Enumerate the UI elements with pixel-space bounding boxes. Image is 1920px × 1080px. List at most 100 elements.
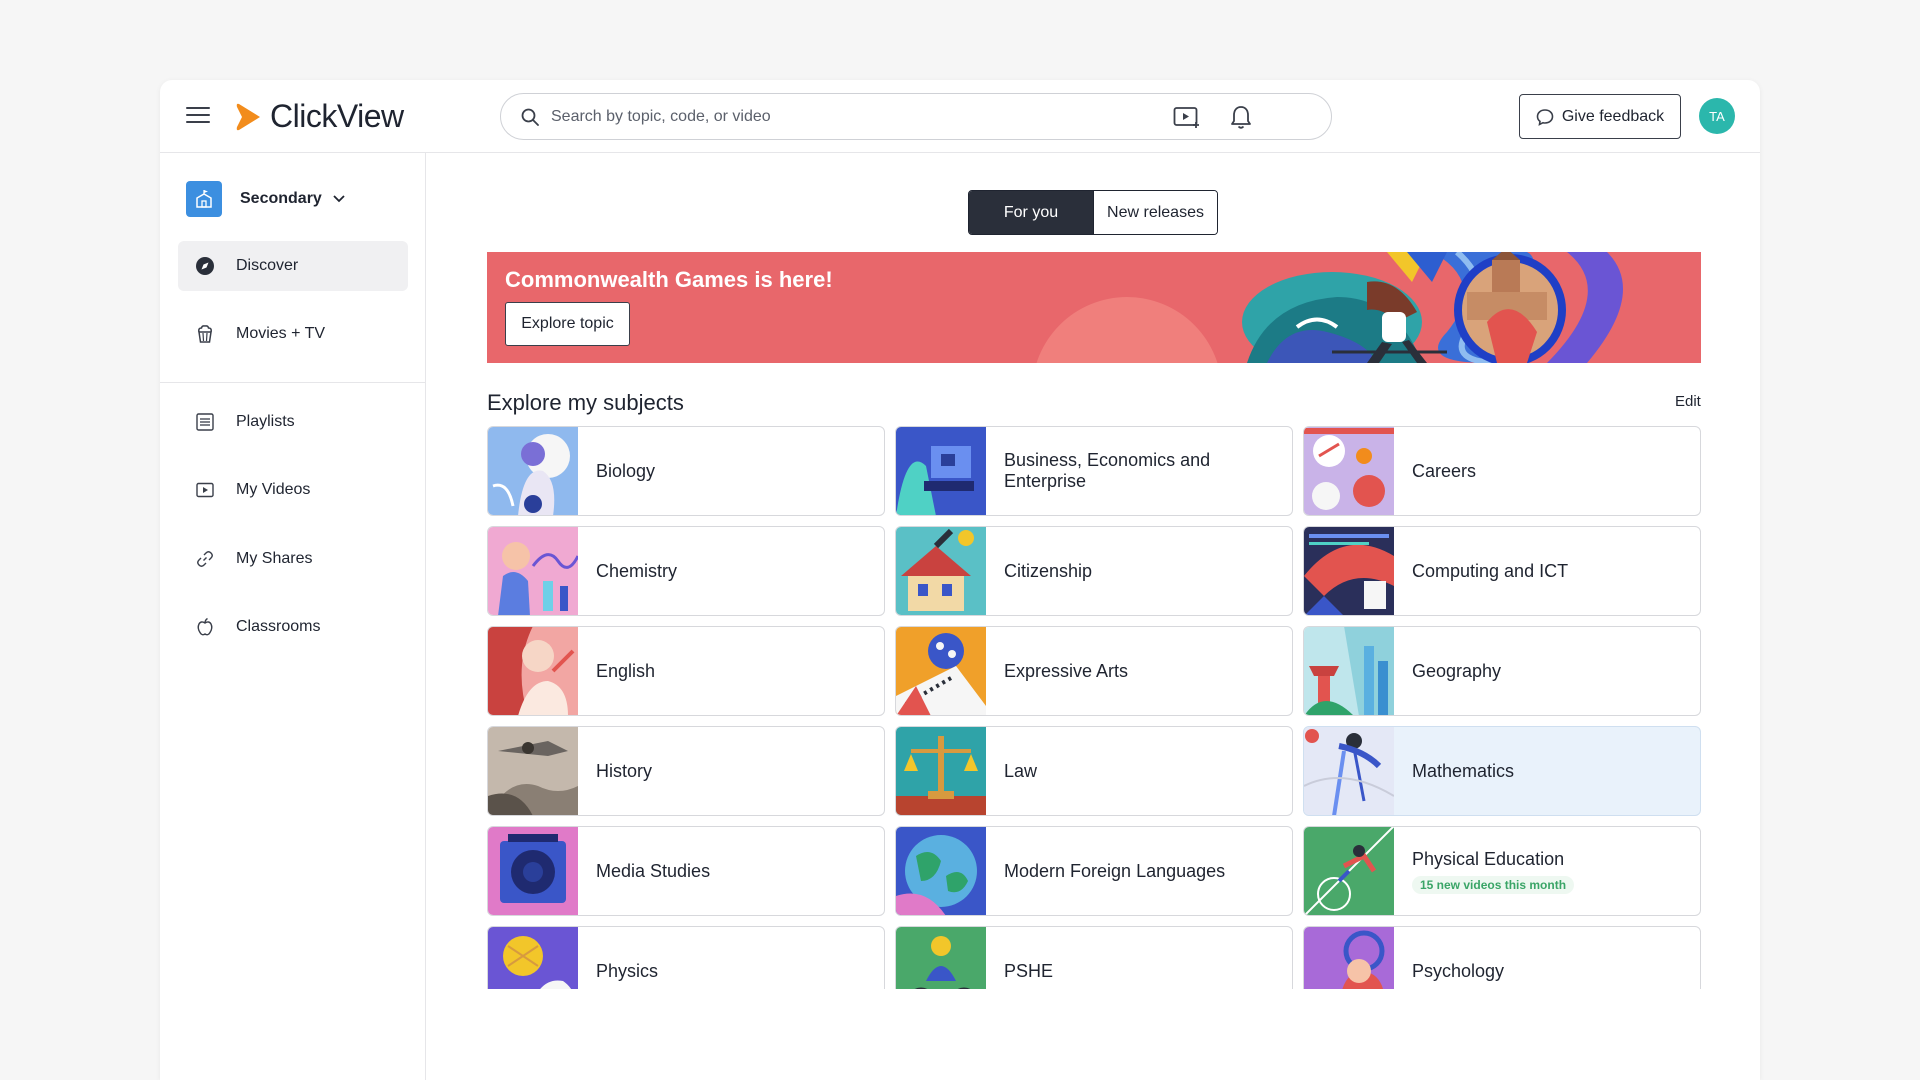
sidebar-item-label: Discover [236,257,299,274]
subject-label: Computing and ICT [1412,560,1569,581]
subject-card-mathematics[interactable]: Mathematics [1303,726,1701,816]
sidebar-item-movies-tv[interactable]: Movies + TV [178,309,408,359]
languages-thumbnail [896,827,986,915]
subject-label: Mathematics [1412,760,1515,781]
chemistry-thumbnail [488,527,578,615]
english-thumbnail [488,627,578,715]
expressive-arts-thumbnail [896,627,986,715]
subject-card-citizenship[interactable]: Citizenship [895,526,1293,616]
biology-thumbnail [488,427,578,515]
geography-thumbnail [1304,627,1394,715]
subject-card-history[interactable]: History [487,726,885,816]
compass-icon [194,255,216,277]
computing-thumbnail [1304,527,1394,615]
give-feedback-label: Give feedback [1561,107,1665,125]
popcorn-icon [194,323,216,345]
subject-label: Law [1004,760,1038,781]
subject-card-physics[interactable]: Physics [487,926,885,989]
brand-name: ClickView [270,98,404,134]
subject-label: Chemistry [596,560,678,581]
chat-bubble-icon [1536,108,1554,126]
link-icon [194,548,216,570]
school-selector[interactable]: Secondary [186,181,346,217]
sidebar-item-label: Classrooms [236,618,321,635]
sidebar-item-classrooms[interactable]: Classrooms [178,602,408,652]
user-avatar[interactable]: TA [1699,98,1735,134]
subject-label: Geography [1412,660,1502,681]
hamburger-menu-icon[interactable] [186,102,212,130]
subject-card-physical-education[interactable]: Physical Education 15 new videos this mo… [1303,826,1701,916]
promo-banner[interactable]: Commonwealth Games is here! Explore topi… [487,252,1701,363]
sidebar-item-label: My Videos [236,481,311,498]
subject-card-modern-foreign-languages[interactable]: Modern Foreign Languages [895,826,1293,916]
subject-card-pshe[interactable]: PSHE [895,926,1293,989]
subject-card-english[interactable]: English [487,626,885,716]
school-building-icon [186,181,222,217]
edit-subjects-link[interactable]: Edit [1675,393,1701,410]
law-thumbnail [896,727,986,815]
careers-thumbnail [1304,427,1394,515]
subject-card-biology[interactable]: Biology [487,426,885,516]
add-video-icon[interactable] [1172,102,1202,132]
citizenship-thumbnail [896,527,986,615]
subject-label: PSHE [1004,960,1054,981]
sidebar-item-my-videos[interactable]: My Videos [178,465,408,515]
subject-label: Media Studies [596,860,711,881]
subject-card-psychology[interactable]: Psychology [1303,926,1701,989]
search-icon [521,108,539,126]
sidebar: Secondary Discover Movies + TV Playlists [160,153,426,1080]
subjects-grid: Biology Business, Economics and Enterpri… [487,426,1701,989]
subject-card-business[interactable]: Business, Economics and Enterprise [895,426,1293,516]
bell-icon[interactable] [1226,102,1256,132]
subject-label: Modern Foreign Languages [1004,860,1226,881]
subject-card-careers[interactable]: Careers [1303,426,1701,516]
subject-card-media-studies[interactable]: Media Studies [487,826,885,916]
subject-card-computing[interactable]: Computing and ICT [1303,526,1701,616]
physics-thumbnail [488,927,578,989]
sidebar-item-label: My Shares [236,550,313,567]
banner-title: Commonwealth Games is here! [505,267,833,292]
subject-label: Physics [596,960,659,981]
subject-label: Expressive Arts [1004,660,1129,681]
sidebar-item-playlists[interactable]: Playlists [178,397,408,447]
chevron-down-icon [333,195,345,203]
history-thumbnail [488,727,578,815]
top-header: ClickView Search by topic, code, or vide… [160,80,1760,153]
sidebar-item-discover[interactable]: Discover [178,241,408,291]
sidebar-item-my-shares[interactable]: My Shares [178,534,408,584]
subject-card-law[interactable]: Law [895,726,1293,816]
school-label: Secondary [240,190,322,207]
subject-card-expressive-arts[interactable]: Expressive Arts [895,626,1293,716]
psychology-thumbnail [1304,927,1394,989]
mathematics-thumbnail [1304,727,1394,815]
search-bar[interactable] [500,93,1332,140]
pshe-thumbnail [896,927,986,989]
subject-label: Biology [596,460,656,481]
subject-label: Citizenship [1004,560,1093,581]
feed-tabs: For you New releases [968,190,1218,235]
pe-thumbnail [1304,827,1394,915]
section-title: Explore my subjects [487,390,684,415]
explore-topic-button[interactable]: Explore topic [505,302,630,346]
tab-new-releases[interactable]: New releases [1093,191,1217,234]
subject-card-chemistry[interactable]: Chemistry [487,526,885,616]
apple-icon [194,616,216,638]
sidebar-item-label: Movies + TV [236,325,326,342]
new-videos-badge: 15 new videos this month [1412,875,1575,894]
subject-card-geography[interactable]: Geography [1303,626,1701,716]
subject-label: History [596,760,653,781]
sidebar-item-label: Playlists [236,413,295,430]
subject-label: Careers [1412,460,1477,481]
video-icon [194,479,216,501]
tab-for-you[interactable]: For you [969,191,1093,234]
give-feedback-button[interactable]: Give feedback [1519,94,1681,139]
subject-label: Business, Economics and Enterprise [1004,450,1211,491]
app-window: ClickView Search by topic, code, or vide… [160,80,1760,1080]
main-content: For you New releases Commonwealth Games … [427,153,1760,1080]
subject-label: Psychology [1412,960,1505,981]
brand-logo[interactable]: ClickView [236,98,404,135]
subject-label: English [596,660,656,681]
sidebar-divider [160,382,426,383]
subject-label: Physical Education [1412,848,1565,869]
media-studies-thumbnail [488,827,578,915]
